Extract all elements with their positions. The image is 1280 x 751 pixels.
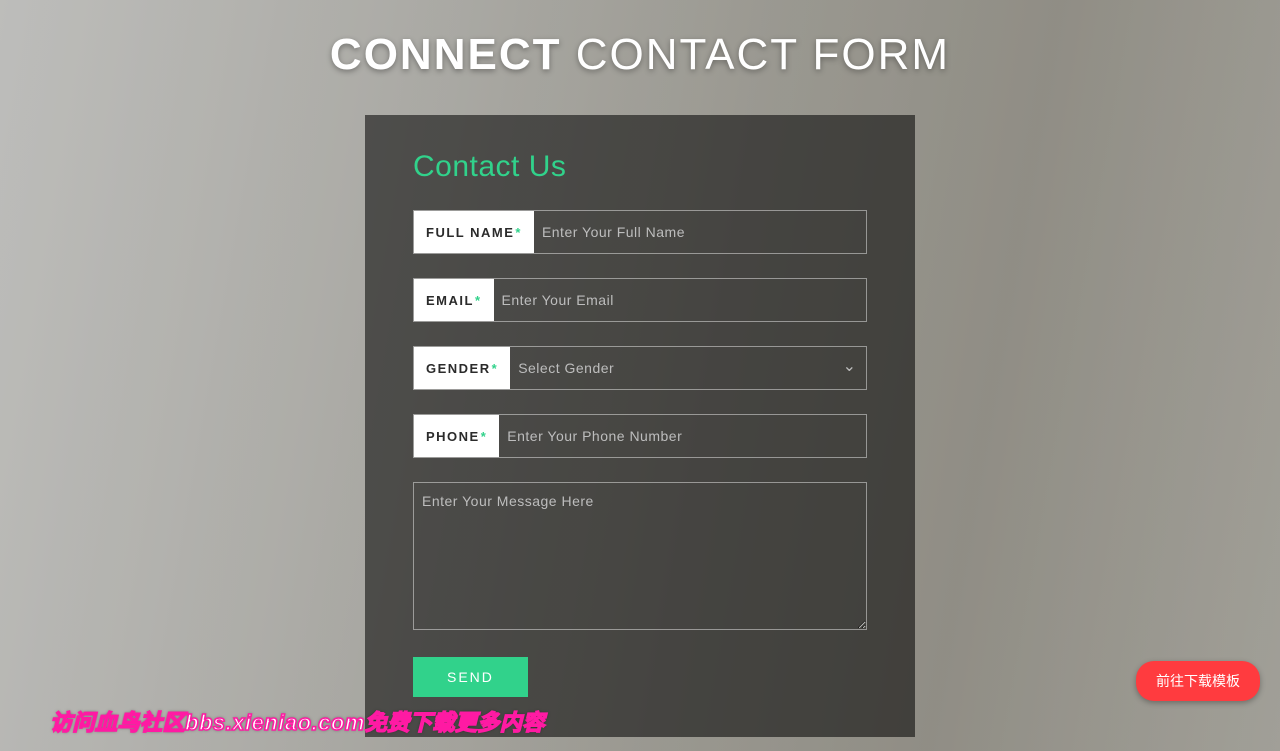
- gender-field: GENDER* Select Gender: [413, 346, 867, 390]
- gender-label: GENDER*: [414, 347, 510, 389]
- message-textarea[interactable]: [413, 482, 867, 630]
- download-template-button[interactable]: 前往下载模板: [1136, 661, 1260, 701]
- required-mark: *: [515, 225, 522, 240]
- email-label-text: EMAIL: [426, 293, 474, 308]
- phone-field: PHONE*: [413, 414, 867, 458]
- card-heading: Contact Us: [413, 150, 867, 184]
- gender-select-wrap: Select Gender: [510, 347, 866, 389]
- send-button[interactable]: SEND: [413, 657, 528, 697]
- gender-select[interactable]: Select Gender: [510, 347, 866, 389]
- page-title: CONNECT CONTACT FORM: [0, 0, 1280, 80]
- email-field: EMAIL*: [413, 278, 867, 322]
- gender-label-text: GENDER: [426, 361, 491, 376]
- phone-label: PHONE*: [414, 415, 499, 457]
- fullname-field: FULL NAME*: [413, 210, 867, 254]
- watermark-text: 访问血鸟社区bbs.xieniao.com免费下载更多内容: [50, 705, 545, 737]
- phone-label-text: PHONE: [426, 429, 480, 444]
- phone-input[interactable]: [499, 415, 866, 457]
- fullname-label: FULL NAME*: [414, 211, 534, 253]
- email-label: EMAIL*: [414, 279, 494, 321]
- fullname-label-text: FULL NAME: [426, 225, 514, 240]
- required-mark: *: [475, 293, 482, 308]
- email-input[interactable]: [494, 279, 866, 321]
- page-title-rest: CONTACT FORM: [561, 30, 950, 79]
- fullname-input[interactable]: [534, 211, 866, 253]
- contact-card: Contact Us FULL NAME* EMAIL* GENDER* Sel…: [365, 115, 915, 737]
- required-mark: *: [492, 361, 499, 376]
- required-mark: *: [481, 429, 488, 444]
- page-title-bold: CONNECT: [330, 30, 562, 79]
